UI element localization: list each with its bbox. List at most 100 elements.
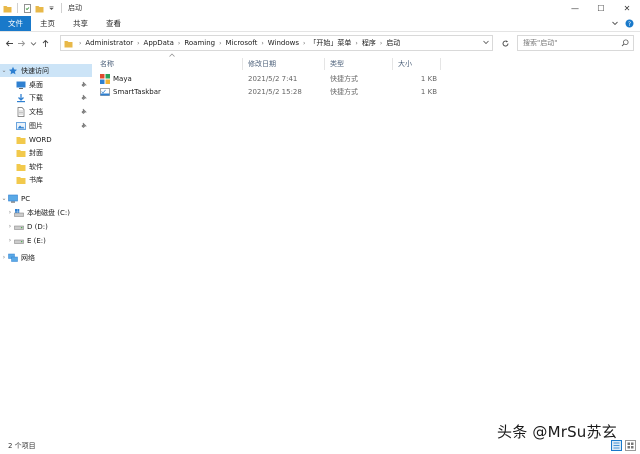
tab-home[interactable]: 主页 [31, 16, 64, 31]
breadcrumb-item[interactable]: 程序 [362, 38, 376, 48]
customize-toolbar-icon[interactable] [47, 4, 56, 13]
breadcrumb-separator-icon: › [137, 39, 140, 47]
window-title: 启动 [68, 4, 82, 12]
breadcrumb-item[interactable]: 「开始」菜单 [309, 38, 351, 48]
large-icons-view-button[interactable] [625, 440, 636, 451]
help-icon[interactable]: ? [625, 19, 634, 30]
nav-label: PC [21, 194, 31, 203]
file-name-cell: SmartTaskbar [100, 85, 240, 98]
breadcrumb-separator-icon: › [177, 39, 181, 47]
nav-item-library[interactable]: 书库 [16, 173, 92, 186]
expand-arrow-icon[interactable]: › [0, 254, 8, 261]
table-row[interactable]: Maya 2021/5/2 7:41 快捷方式 1 KB [92, 72, 442, 85]
file-date: 2021/5/2 7:41 [248, 74, 298, 83]
forward-button[interactable] [15, 34, 27, 52]
maximize-button[interactable]: ☐ [588, 0, 614, 16]
nav-item-pictures[interactable]: 图片 [16, 119, 92, 132]
nav-drive-c[interactable]: › 本地磁盘 (C:) [6, 206, 92, 219]
chevron-down-icon [30, 41, 36, 46]
recent-locations-button[interactable] [27, 34, 39, 52]
pin-icon[interactable] [81, 108, 87, 116]
minimize-button[interactable]: — [562, 0, 588, 16]
nav-pc[interactable]: ⌄ PC [0, 192, 92, 205]
close-button[interactable]: ✕ [614, 0, 640, 16]
nav-item-downloads[interactable]: 下载 [16, 91, 92, 104]
file-date: 2021/5/2 15:28 [248, 87, 302, 96]
breadcrumb-item[interactable]: Windows [268, 39, 299, 47]
collapse-arrow-icon[interactable]: ⌄ [0, 195, 8, 202]
column-header-size[interactable]: 大小 [398, 57, 438, 71]
svg-text:?: ? [628, 20, 631, 27]
nav-item-word[interactable]: WORD [16, 133, 92, 146]
folder-icon [16, 162, 26, 172]
drive-icon [14, 222, 24, 232]
watermark: 头条 @MrSu苏玄 [497, 423, 617, 441]
breadcrumb-item[interactable]: 启动 [386, 38, 400, 48]
new-folder-icon[interactable] [35, 4, 44, 13]
nav-network[interactable]: › 网络 [0, 251, 92, 264]
expand-arrow-icon[interactable]: › [6, 237, 14, 244]
column-divider[interactable] [242, 58, 243, 70]
refresh-button[interactable] [497, 35, 513, 51]
properties-icon[interactable] [23, 3, 32, 13]
expand-ribbon-icon[interactable] [611, 19, 619, 29]
tab-file[interactable]: 文件 [0, 16, 31, 31]
nav-label: WORD [29, 135, 52, 144]
smarttaskbar-shortcut-icon [100, 87, 110, 97]
up-button[interactable] [39, 34, 51, 52]
pin-icon[interactable] [81, 94, 87, 102]
table-row[interactable]: SmartTaskbar 2021/5/2 15:28 快捷方式 1 KB [92, 85, 442, 98]
file-name-cell: Maya [100, 72, 240, 85]
address-history-dropdown[interactable] [482, 38, 490, 48]
tab-view[interactable]: 查看 [97, 16, 130, 31]
breadcrumb-separator-icon: › [303, 39, 306, 47]
column-divider[interactable] [440, 58, 441, 70]
breadcrumb-separator-icon: › [219, 39, 222, 47]
breadcrumb-item[interactable]: Administrator [85, 39, 133, 47]
details-view-icon [613, 442, 620, 449]
nav-label: D (D:) [27, 222, 48, 231]
search-input[interactable]: 搜索"启动" [517, 35, 634, 51]
star-icon [8, 66, 18, 76]
column-divider[interactable] [392, 58, 393, 70]
nav-label: 本地磁盘 (C:) [27, 208, 70, 217]
column-divider[interactable] [324, 58, 325, 70]
back-button[interactable] [3, 34, 15, 52]
folder-icon [16, 148, 26, 158]
breadcrumb: › Administrator › AppData › Roaming › Mi… [79, 38, 400, 48]
collapse-arrow-icon[interactable]: ⌄ [0, 67, 8, 74]
nav-item-software[interactable]: 软件 [16, 160, 92, 173]
breadcrumb-item[interactable]: Roaming [184, 39, 215, 47]
drive-icon [14, 236, 24, 246]
folder-icon [16, 135, 26, 145]
navigation-bar: › Administrator › AppData › Roaming › Mi… [0, 33, 640, 53]
toolbar-divider [61, 3, 62, 13]
pin-icon[interactable] [81, 81, 87, 89]
tab-share[interactable]: 共享 [64, 16, 97, 31]
column-header-type[interactable]: 类型 [330, 57, 394, 71]
expand-arrow-icon[interactable]: › [6, 209, 14, 216]
file-type: 快捷方式 [330, 74, 358, 83]
nav-quick-access[interactable]: ⌄ 快速访问 [0, 64, 92, 77]
column-header-date[interactable]: 修改日期 [248, 57, 326, 71]
file-size: 1 KB [420, 74, 437, 83]
nav-label: 图片 [29, 121, 43, 130]
nav-item-documents[interactable]: 文档 [16, 105, 92, 118]
window-controls: — ☐ ✕ [562, 0, 640, 16]
quick-access-toolbar [0, 0, 64, 16]
pin-icon[interactable] [81, 122, 87, 130]
computer-icon [8, 194, 18, 204]
nav-item-desktop[interactable]: 桌面 [16, 78, 92, 91]
nav-item-cover[interactable]: 封面 [16, 146, 92, 159]
breadcrumb-item[interactable]: Microsoft [226, 39, 258, 47]
column-header-name[interactable]: 名称 [100, 57, 240, 71]
nav-label: 桌面 [29, 80, 43, 89]
nav-drive-d[interactable]: › D (D:) [6, 220, 92, 233]
breadcrumb-item[interactable]: AppData [144, 39, 174, 47]
ribbon-tabs: 文件 主页 共享 查看 ? [0, 16, 640, 32]
title-bar: 启动 — ☐ ✕ [0, 0, 640, 16]
expand-arrow-icon[interactable]: › [6, 223, 14, 230]
address-bar[interactable]: › Administrator › AppData › Roaming › Mi… [60, 35, 493, 51]
nav-drive-e[interactable]: › E (E:) [6, 234, 92, 247]
file-list: 名称 修改日期 类型 大小 Maya 2021/5/2 7:41 快捷方式 1 … [92, 53, 640, 438]
